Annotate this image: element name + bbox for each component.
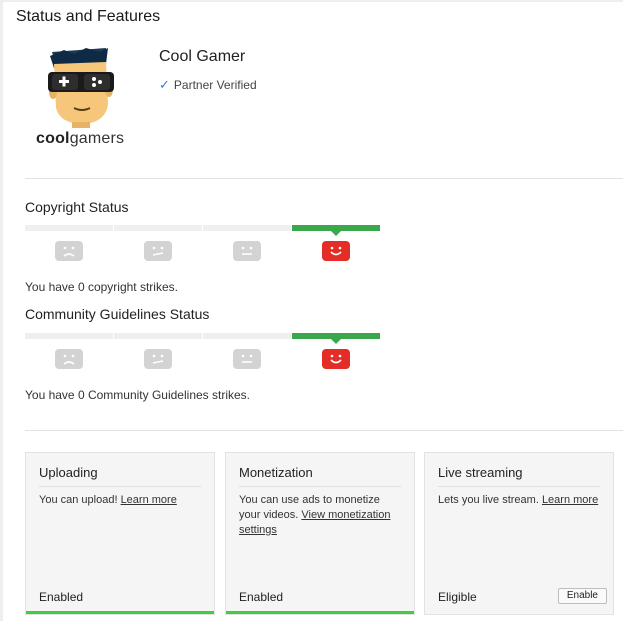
community-status-meter xyxy=(25,333,380,393)
community-status-title: Community Guidelines Status xyxy=(25,306,210,322)
gamer-face-icon xyxy=(48,48,114,128)
uploading-text: You can upload! xyxy=(39,494,121,506)
monetization-status: Enabled xyxy=(239,590,284,604)
live-streaming-card: Live streaming Lets you live stream. Lea… xyxy=(424,452,614,615)
live-streaming-title: Live streaming xyxy=(438,465,523,480)
uploading-card: Uploading You can upload! Learn more Ena… xyxy=(25,452,215,615)
verified-label: Partner Verified xyxy=(173,78,257,92)
status-segment-3 xyxy=(203,225,291,231)
channel-logo-text: coolgamers xyxy=(36,130,124,148)
neutral-face-icon xyxy=(233,349,261,369)
status-segment-2 xyxy=(114,225,202,231)
card-divider xyxy=(39,486,201,487)
uploading-learn-more-link[interactable]: Learn more xyxy=(121,494,177,506)
live-streaming-learn-more-link[interactable]: Learn more xyxy=(542,494,598,506)
status-pointer-icon xyxy=(331,339,341,344)
monetization-enabled-bar xyxy=(226,611,414,614)
live-streaming-status: Eligible xyxy=(438,590,477,604)
happy-face-icon xyxy=(322,349,350,369)
card-divider xyxy=(438,486,600,487)
verified-status: ✓ Partner Verified xyxy=(159,77,257,93)
live-streaming-description: Lets you live stream. Learn more xyxy=(438,493,601,508)
status-segment-1 xyxy=(25,225,113,231)
divider xyxy=(25,430,623,431)
meh-face-icon xyxy=(144,241,172,261)
divider xyxy=(25,178,623,179)
uploading-enabled-bar xyxy=(26,611,214,614)
status-segment-3 xyxy=(203,333,291,339)
sad-face-icon xyxy=(55,241,83,261)
frame-top-edge xyxy=(0,0,623,2)
monetization-title: Monetization xyxy=(239,465,313,480)
check-icon: ✓ xyxy=(159,77,170,92)
neutral-face-icon xyxy=(233,241,261,261)
copyright-status-meter xyxy=(25,225,380,285)
enable-live-streaming-button[interactable]: Enable xyxy=(557,588,607,604)
meh-face-icon xyxy=(144,349,172,369)
frame-left-edge xyxy=(0,0,3,621)
card-divider xyxy=(239,486,401,487)
status-segment-1 xyxy=(25,333,113,339)
happy-face-icon xyxy=(322,241,350,261)
status-segment-2 xyxy=(114,333,202,339)
copyright-strikes-text: You have 0 copyright strikes. xyxy=(25,280,178,294)
live-streaming-text: Lets you live stream. xyxy=(438,494,542,506)
uploading-title: Uploading xyxy=(39,465,98,480)
monetization-card: Monetization You can use ads to monetize… xyxy=(225,452,415,615)
monetization-description: You can use ads to monetize your videos.… xyxy=(239,493,402,538)
sad-face-icon xyxy=(55,349,83,369)
uploading-status: Enabled xyxy=(39,590,84,604)
page-title: Status and Features xyxy=(16,8,161,25)
copyright-status-title: Copyright Status xyxy=(25,199,129,215)
channel-name: Cool Gamer xyxy=(159,48,246,65)
status-pointer-icon xyxy=(331,231,341,236)
logo-text-bold: cool xyxy=(36,130,70,147)
uploading-description: You can upload! Learn more xyxy=(39,493,202,508)
logo-text-rest: gamers xyxy=(69,130,125,147)
community-strikes-text: You have 0 Community Guidelines strikes. xyxy=(25,388,250,402)
